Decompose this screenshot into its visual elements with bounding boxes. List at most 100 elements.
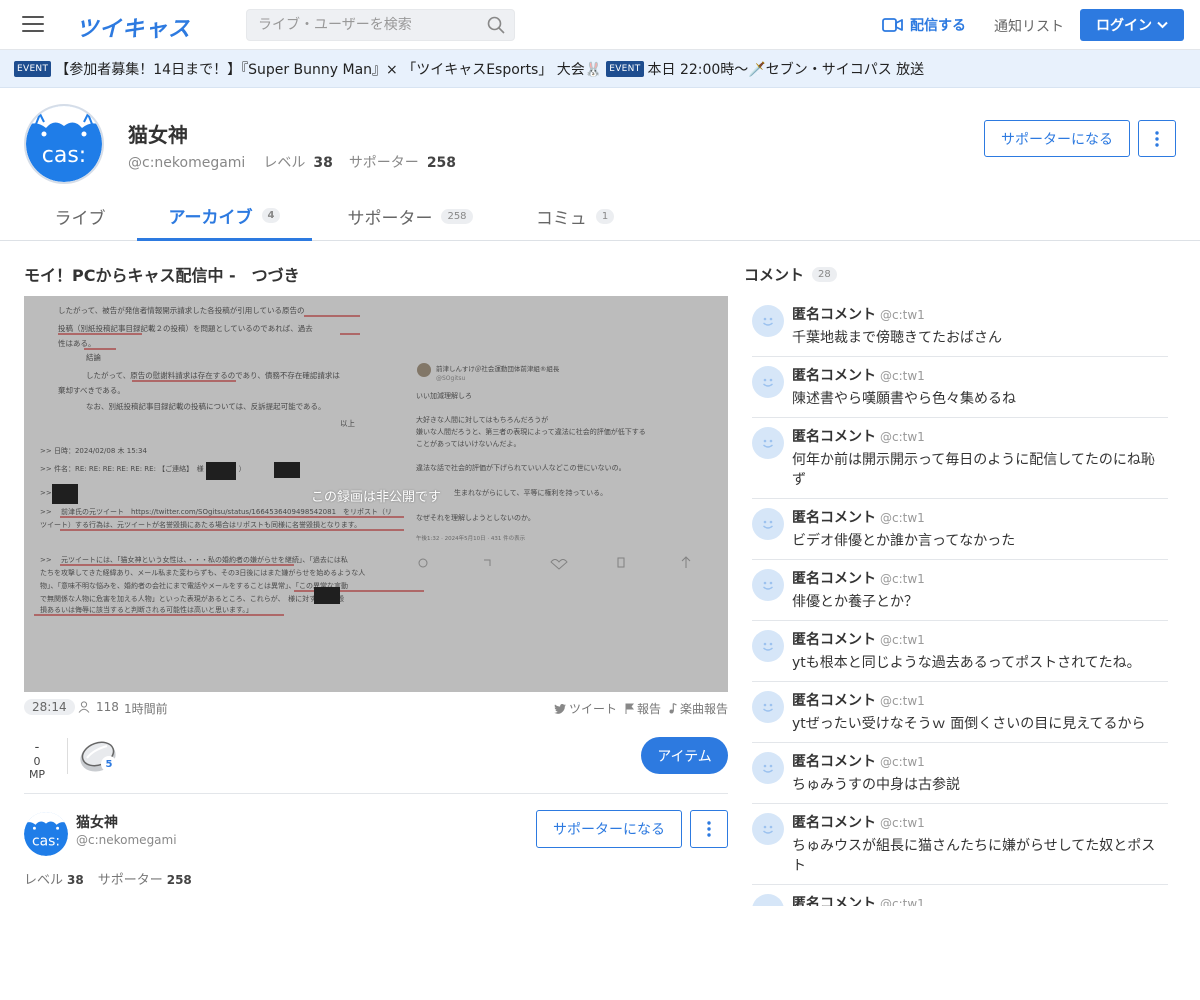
logo[interactable]: ツイキャス [76, 11, 191, 43]
anonymous-avatar[interactable] [752, 752, 784, 784]
twitter-bird-icon [553, 703, 566, 714]
anonymous-avatar[interactable] [752, 508, 784, 540]
comment-text: 陳述書やら嘆願書やら色々集めるね [792, 391, 1016, 407]
level-value: 38 [67, 873, 84, 887]
smile-icon [763, 703, 773, 712]
comment-author-name[interactable]: 匿名コメント [792, 632, 876, 648]
profile-avatar[interactable]: cas: [24, 104, 104, 184]
supporter-label: サポーター [97, 873, 163, 888]
smile-icon [763, 378, 773, 387]
top-header: ツイキャス 配信する 通知リスト ログイン [0, 0, 1200, 50]
comment-author: 匿名コメント @c:tw1 [792, 629, 1168, 649]
level-value: 38 [313, 155, 333, 171]
movie-stats: 28:14 118 1時間前 ツイート 報告 楽曲報告 [24, 699, 728, 717]
search-input[interactable] [247, 10, 477, 40]
comment-author-name[interactable]: 匿名コメント [792, 896, 876, 906]
video-player[interactable]: したがって、被告が発信者情報開示請求した各投稿が引用している原告の 投稿（別紙投… [24, 296, 728, 692]
smile-icon [763, 642, 773, 651]
event-link[interactable]: 【参加者募集！14日まで！】『Super Bunny Man』× 「ツイキャスE… [55, 59, 602, 79]
comment-item: 匿名コメント @c:tw1 俳優とか養子とか？ [752, 560, 1168, 621]
svg-text:cas:: cas: [42, 143, 86, 168]
video-camera-icon [882, 18, 903, 32]
comment-text: 何年か前は開示開示って毎日のように配信してたのにね恥ず [792, 452, 1155, 488]
kebab-menu-icon [707, 821, 711, 837]
comment-author-name[interactable]: 匿名コメント [792, 815, 876, 831]
become-supporter-button[interactable]: サポーターになる [984, 120, 1130, 157]
owner-name[interactable]: 猫女神 [76, 812, 118, 832]
comment-author-name[interactable]: 匿名コメント [792, 754, 876, 770]
movie-title: モイ！PCからキャス配信中 - つづき [24, 266, 300, 285]
hamburger-menu-icon[interactable] [22, 16, 44, 34]
tab-community[interactable]: コミュ 1 [515, 192, 635, 240]
comment-author: 匿名コメント @c:tw1 [792, 365, 1168, 385]
music-report-label: 楽曲報告 [679, 702, 728, 716]
comment-item: 匿名コメント @c:tw1 ytぜったい受けなそうｗ 面倒くさいの目に見えてるから [752, 682, 1168, 743]
anonymous-avatar[interactable] [752, 691, 784, 723]
broadcast-label: 配信する [910, 18, 966, 34]
anonymous-avatar[interactable] [752, 813, 784, 845]
notification-list-link[interactable]: 通知リスト [994, 16, 1064, 36]
login-label: ログイン [1096, 18, 1152, 34]
private-message: この録画は非公開です [310, 490, 441, 505]
comment-item: 匿名コメント @c:tw1 何年か前は開示開示って毎日のように配信してたのにね恥ず [752, 418, 1168, 499]
comment-author: 匿名コメント @c:tw1 [792, 426, 1168, 446]
cas-avatar-image: cas: [24, 812, 68, 856]
comment-list[interactable]: 匿名コメント @c:tw1 千葉地裁まで傍聴きてたおばさん 匿名コメント @c:tw1 陳… [752, 296, 1168, 906]
comment-author: 匿名コメント @c:tw1 [792, 507, 1168, 527]
divider [67, 738, 68, 774]
anonymous-avatar[interactable] [752, 630, 784, 662]
smile-icon [763, 520, 773, 529]
tab-live[interactable]: ライブ [24, 192, 136, 240]
comment-author-name[interactable]: 匿名コメント [792, 307, 876, 323]
tab-count: 1 [595, 208, 615, 224]
event-link[interactable]: 本日 22:00時〜🗡️セブン・サイコパス 放送 [648, 59, 925, 79]
comment-author-id: @c:tw1 [880, 511, 925, 525]
comment-author-name[interactable]: 匿名コメント [792, 693, 876, 709]
more-options-button[interactable] [1138, 120, 1176, 157]
comment-author-name[interactable]: 匿名コメント [792, 571, 876, 587]
comment-text: ytも根本と同じような過去あるってポストされてたね。 [792, 655, 1141, 671]
become-supporter-button[interactable]: サポーターになる [536, 810, 682, 848]
level-label: レベル [24, 873, 64, 888]
smile-icon [763, 439, 773, 448]
comment-author-id: @c:tw1 [880, 816, 925, 830]
comment-item: 匿名コメント @c:tw1 [752, 885, 1168, 906]
anonymous-avatar[interactable] [752, 305, 784, 337]
report-label: 報告 [636, 702, 661, 716]
login-button[interactable]: ログイン [1080, 9, 1184, 41]
anonymous-avatar[interactable] [752, 894, 784, 906]
profile-meta: @c:nekomegami レベル 38 サポーター 258 [128, 152, 472, 172]
comment-item: 匿名コメント @c:tw1 ちゅみうすの中身は古参説 [752, 743, 1168, 804]
broadcast-link[interactable]: 配信する [882, 15, 966, 35]
time-ago: 1時間前 [124, 702, 168, 716]
divider [24, 793, 728, 794]
tab-supporter[interactable]: サポーター 258 [330, 192, 490, 240]
cas-avatar-image: cas: [26, 106, 102, 182]
anonymous-avatar[interactable] [752, 427, 784, 459]
supporter-label: サポーター [348, 155, 419, 171]
item-button[interactable]: アイテム [641, 737, 728, 774]
item-count-badge: 5 [101, 756, 117, 772]
comment-author-name[interactable]: 匿名コメント [792, 429, 876, 445]
tweet-label: ツイート [568, 702, 617, 716]
comment-author-name[interactable]: 匿名コメント [792, 368, 876, 384]
search-icon[interactable] [487, 16, 505, 34]
tab-archive[interactable]: アーカイブ 4 [137, 192, 312, 241]
tab-count: 4 [261, 207, 281, 223]
report-link[interactable]: 報告 [625, 700, 661, 717]
music-report-link[interactable]: 楽曲報告 [669, 700, 728, 717]
profile-name: 猫女神 [128, 123, 188, 147]
comment-author-name[interactable]: 匿名コメント [792, 510, 876, 526]
more-options-button[interactable] [690, 810, 728, 848]
anonymous-avatar[interactable] [752, 569, 784, 601]
tweet-link[interactable]: ツイート [553, 700, 617, 717]
anonymous-avatar[interactable] [752, 366, 784, 398]
comment-author: 匿名コメント @c:tw1 [792, 690, 1168, 710]
comment-text: ytぜったい受けなそうｗ 面倒くさいの目に見えてるから [792, 716, 1146, 732]
smile-icon [763, 581, 773, 590]
comment-item: 匿名コメント @c:tw1 ちゅみウスが組長に猫さんたちに嫌がらせしてた奴とポスト [752, 804, 1168, 885]
owner-avatar[interactable]: cas: [24, 812, 68, 856]
search-box [246, 9, 515, 41]
comment-author-id: @c:tw1 [880, 897, 925, 906]
supporter-value: 258 [426, 155, 457, 171]
